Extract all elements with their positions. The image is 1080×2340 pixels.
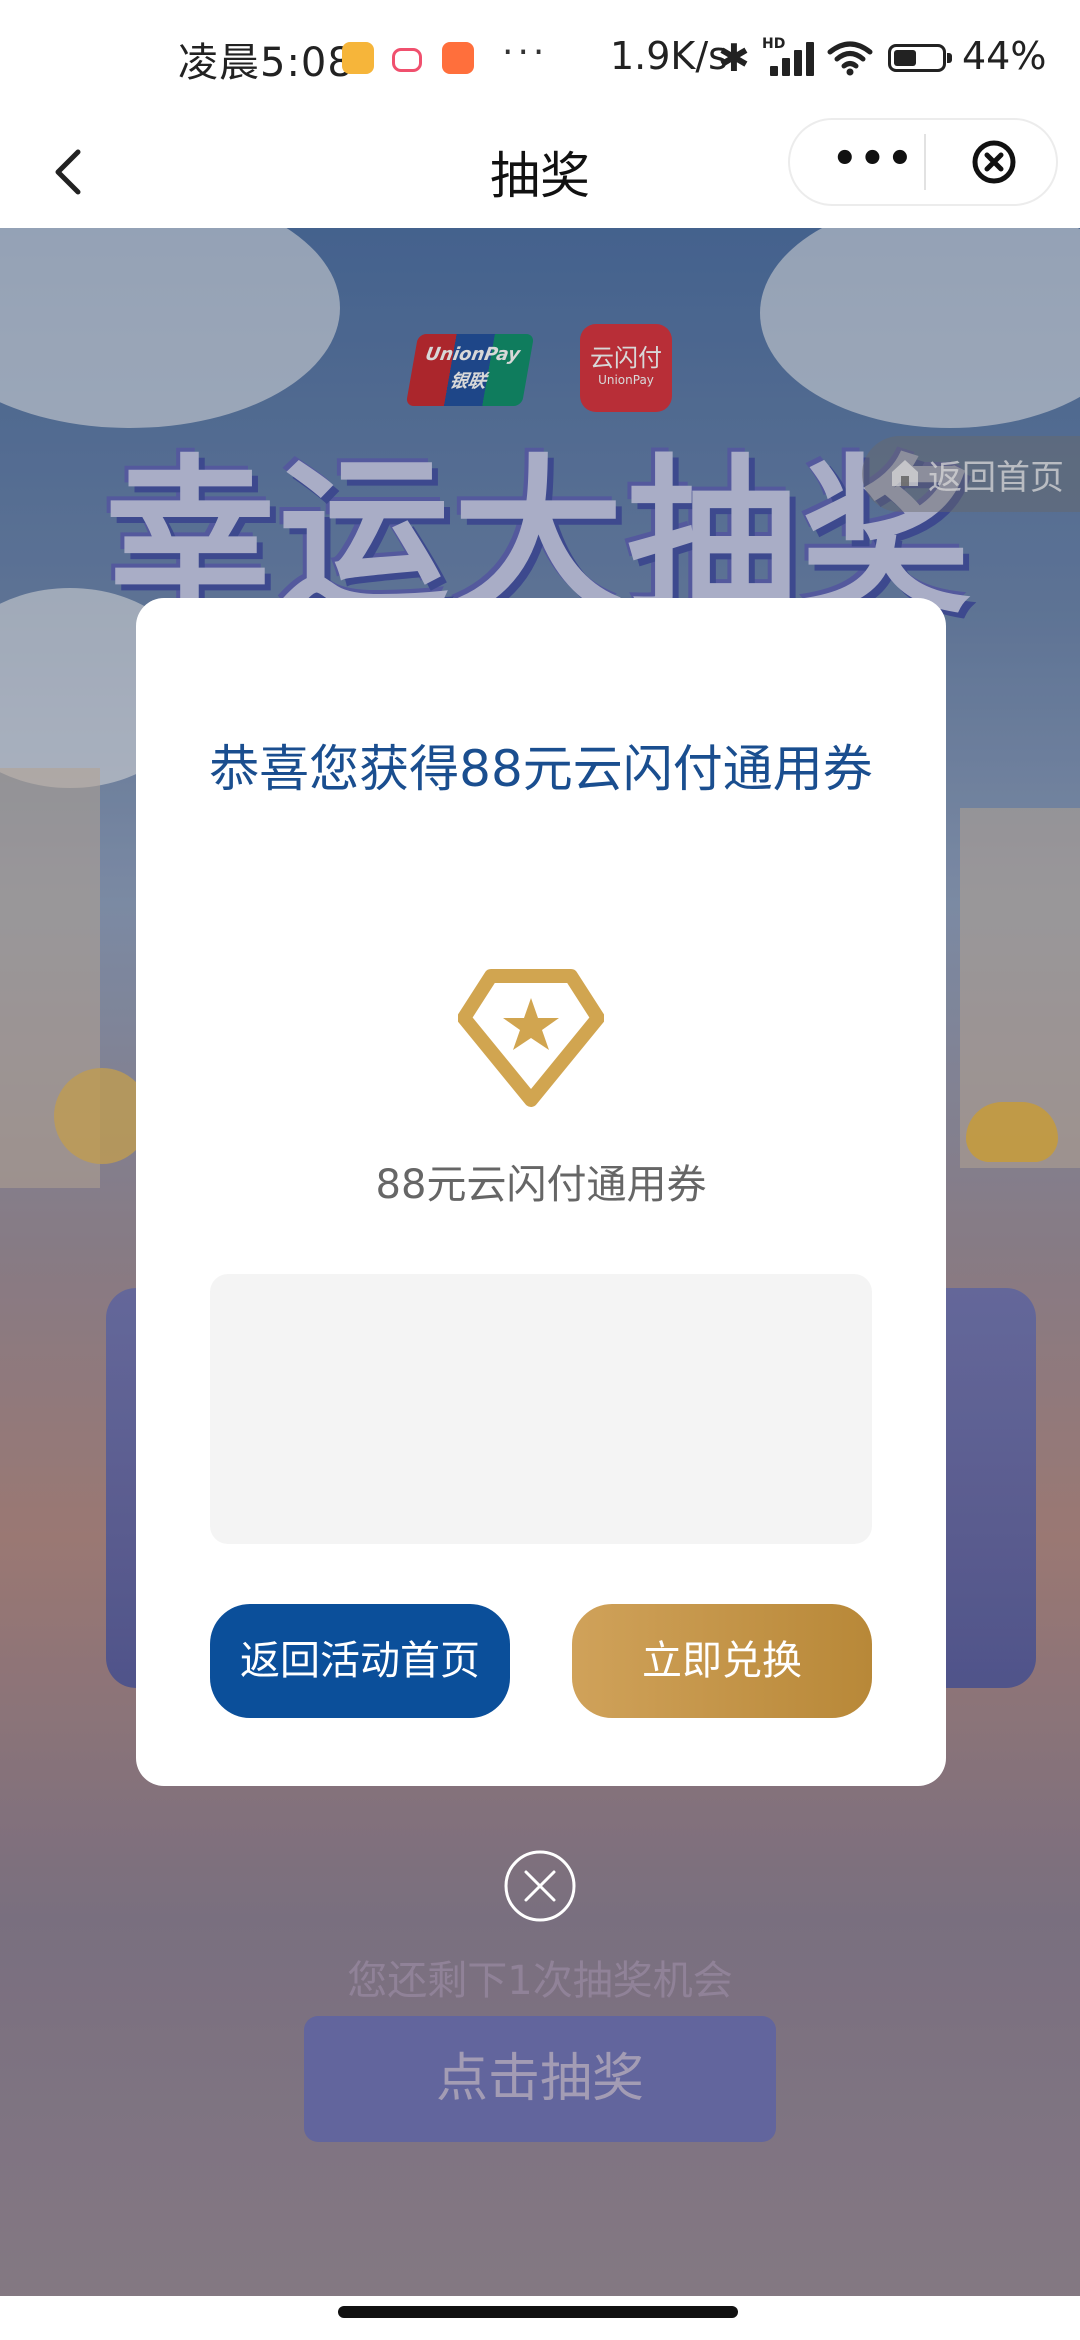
bluetooth-icon: ✱ xyxy=(718,36,750,80)
prize-detail-box xyxy=(210,1274,872,1544)
network-speed: 1.9K/s xyxy=(610,34,728,78)
close-dialog-icon[interactable] xyxy=(502,1848,578,1924)
more-notifications-icon: ··· xyxy=(502,32,549,73)
battery-percent: 44% xyxy=(962,34,1047,78)
mini-program-capsule: ••• xyxy=(788,118,1058,206)
prize-name: 88元云闪付通用券 xyxy=(375,1162,707,1208)
close-mini-program-icon[interactable] xyxy=(970,138,1018,186)
status-bar: 凌晨5:08 ··· 1.9K/s ✱ HD 44% xyxy=(0,0,1080,118)
back-to-activity-home-button[interactable]: 返回活动首页 xyxy=(210,1604,510,1718)
store-app-icon xyxy=(442,42,474,74)
diamond-star-icon xyxy=(458,969,604,1107)
capsule-divider xyxy=(924,134,926,190)
status-time: 凌晨5:08 xyxy=(178,40,354,86)
wifi-icon xyxy=(827,41,873,76)
bottom-safe-area xyxy=(0,2296,1080,2340)
prize-dialog-title: 恭喜您获得88元云闪付通用券 xyxy=(209,740,873,798)
signal-icon xyxy=(764,40,814,76)
nav-bar: 抽奖 ••• xyxy=(0,118,1080,228)
home-indicator[interactable] xyxy=(338,2306,738,2318)
video-app-icon xyxy=(392,48,422,72)
notes-app-icon xyxy=(342,42,374,74)
redeem-now-button[interactable]: 立即兑换 xyxy=(572,1604,872,1718)
more-options-icon[interactable]: ••• xyxy=(832,136,915,182)
prize-dialog: 恭喜您获得88元云闪付通用券 88元云闪付通用券 返回活动首页 立即兑换 xyxy=(136,598,946,1786)
battery-icon xyxy=(888,44,952,72)
